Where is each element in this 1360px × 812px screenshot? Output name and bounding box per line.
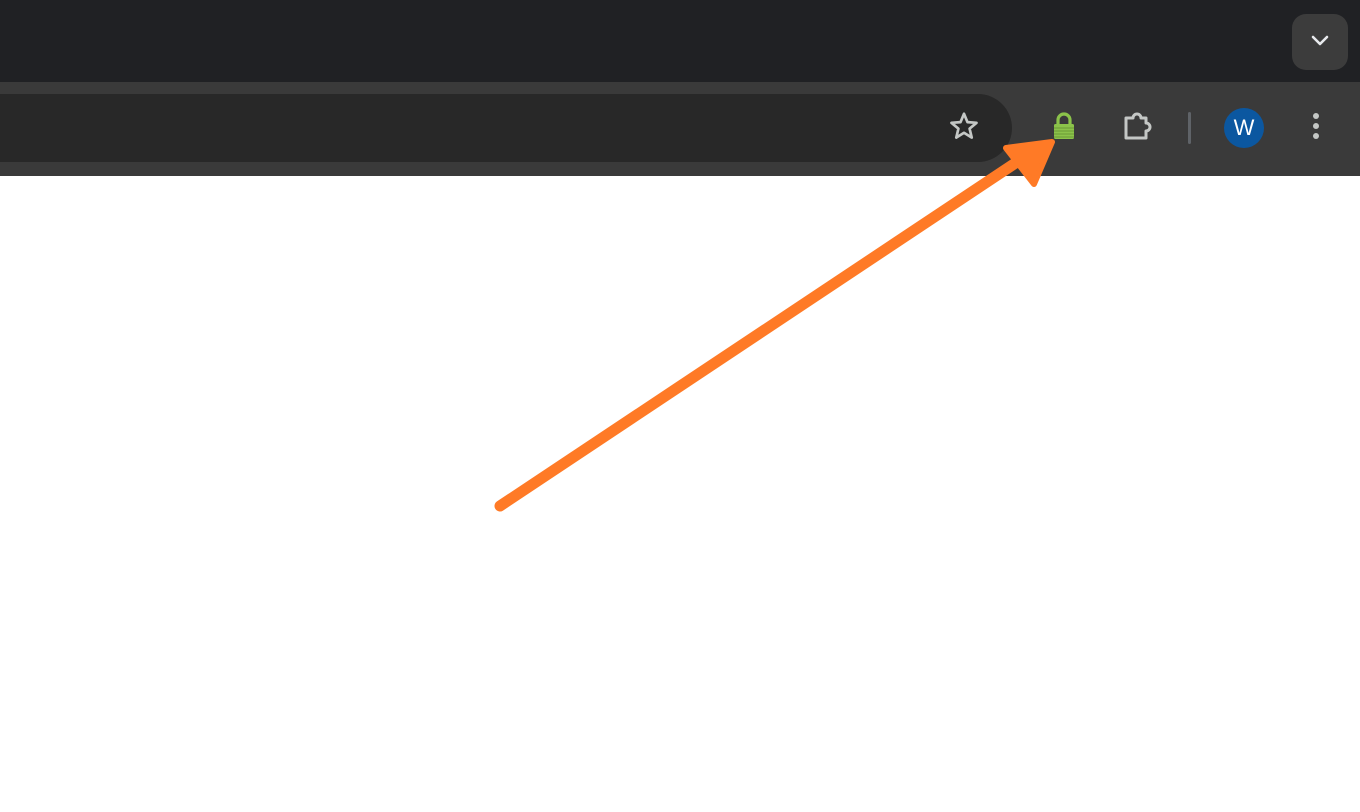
chevron-down-icon xyxy=(1308,28,1332,57)
profile-initial: W xyxy=(1233,115,1255,140)
extensions-button[interactable] xyxy=(1114,104,1162,152)
star-icon xyxy=(948,110,980,147)
lock-extension-button[interactable] xyxy=(1040,104,1088,152)
three-dot-vertical-icon xyxy=(1310,110,1322,147)
address-bar[interactable] xyxy=(0,94,1012,162)
tab-search-button[interactable] xyxy=(1292,14,1348,70)
bookmark-star-button[interactable] xyxy=(940,104,988,152)
lock-icon xyxy=(1050,110,1078,147)
tab-strip xyxy=(0,0,1360,82)
page-content xyxy=(0,176,1360,812)
toolbar-divider xyxy=(1188,112,1191,144)
browser-menu-button[interactable] xyxy=(1292,104,1340,152)
puzzle-piece-icon xyxy=(1120,108,1156,149)
browser-toolbar: W xyxy=(0,82,1360,176)
profile-avatar[interactable]: W xyxy=(1224,108,1264,148)
